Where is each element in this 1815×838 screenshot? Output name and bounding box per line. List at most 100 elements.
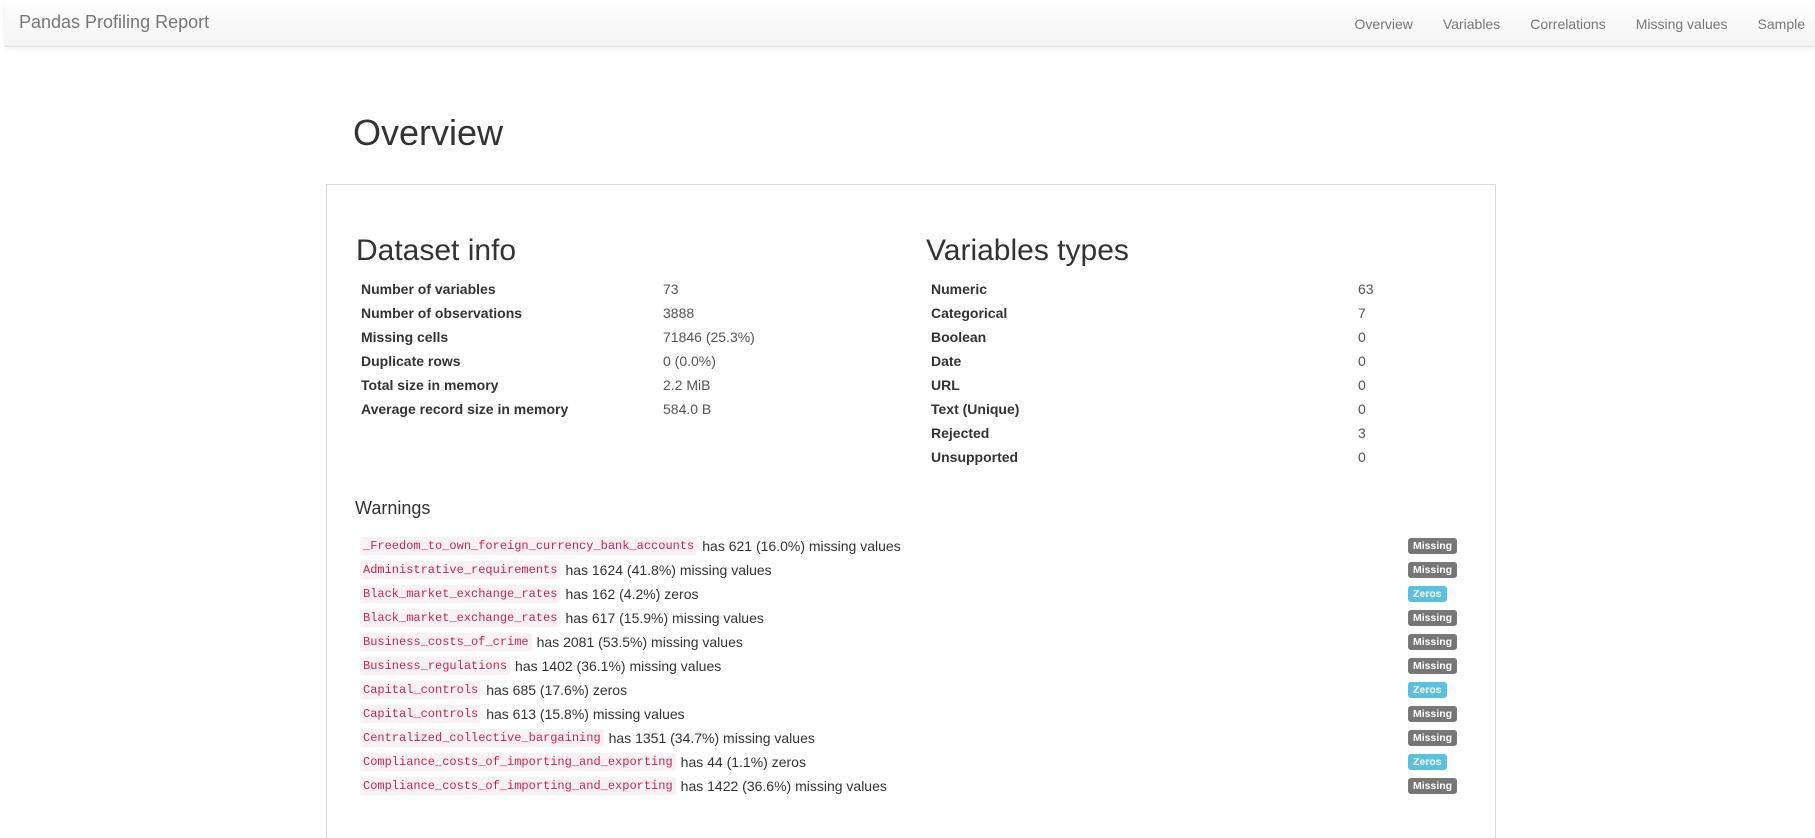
warnings-title: Warnings bbox=[355, 498, 431, 518]
warning-variable-link[interactable]: Compliance_costs_of_importing_and_export… bbox=[360, 753, 676, 771]
dataset-info-label: Total size in memory bbox=[361, 377, 499, 393]
dataset-info-row: Number of observations 3888 bbox=[356, 301, 908, 325]
warning-text: has 162 (4.2%) zeros bbox=[565, 586, 699, 602]
missing-badge: Missing bbox=[1408, 778, 1458, 794]
variable-type-row: URL 0 bbox=[926, 373, 1473, 397]
variable-type-value: 3 bbox=[1358, 425, 1366, 441]
variable-type-row: Numeric 63 bbox=[926, 277, 1473, 301]
warning-item: Centralized_collective_bargaining has 135… bbox=[360, 726, 1465, 750]
warning-variable-link[interactable]: Centralized_collective_bargaining bbox=[360, 729, 604, 747]
variable-type-value: 63 bbox=[1358, 281, 1374, 297]
dataset-info-label: Number of observations bbox=[361, 305, 523, 321]
dataset-info-value: 2.2 MiB bbox=[663, 377, 711, 393]
dataset-info-title: Dataset info bbox=[356, 234, 517, 267]
warning-variable-link[interactable]: Compliance_costs_of_importing_and_export… bbox=[360, 777, 676, 795]
warning-variable-link[interactable]: Capital_controls bbox=[360, 705, 482, 723]
overview-panel: Dataset info Number of variables 73 Number… bbox=[326, 184, 1496, 838]
nav-link-overview[interactable]: Overview bbox=[1355, 16, 1413, 32]
warning-variable-link[interactable]: Capital_controls bbox=[360, 681, 482, 699]
variable-type-label: Numeric bbox=[931, 281, 988, 297]
variable-type-label: Text (Unique) bbox=[931, 401, 1020, 417]
warning-variable-link[interactable]: _Freedom_to_own_foreign_currency_bank_ac… bbox=[360, 537, 698, 555]
missing-badge: Missing bbox=[1408, 658, 1458, 674]
nav-menu: Overview Variables Correlations Missing … bbox=[1355, 0, 1815, 47]
dataset-info-row: Total size in memory 2.2 MiB bbox=[356, 373, 908, 397]
dataset-info-row: Missing cells 71846 (25.3%) bbox=[356, 325, 908, 349]
warning-text: has 2081 (53.5%) missing values bbox=[536, 634, 743, 650]
variable-type-row: Date 0 bbox=[926, 349, 1473, 373]
warning-variable-link[interactable]: Business_costs_of_crime bbox=[360, 633, 532, 651]
missing-badge: Missing bbox=[1408, 562, 1458, 578]
zeros-badge: Zeros bbox=[1408, 586, 1447, 602]
nav-link-missing-values[interactable]: Missing values bbox=[1636, 16, 1728, 32]
warning-item: _Freedom_to_own_foreign_currency_bank_ac… bbox=[360, 534, 1465, 558]
variable-type-value: 0 bbox=[1358, 353, 1366, 369]
warning-text: has 685 (17.6%) zeros bbox=[486, 682, 628, 698]
missing-badge: Missing bbox=[1408, 610, 1458, 626]
dataset-info-label: Missing cells bbox=[361, 329, 449, 345]
nav-link-correlations[interactable]: Correlations bbox=[1530, 16, 1605, 32]
dataset-info-label: Duplicate rows bbox=[361, 353, 461, 369]
page-title: Overview bbox=[353, 112, 504, 153]
warning-variable-link[interactable]: Business_regulations bbox=[360, 657, 511, 675]
dataset-info-value: 71846 (25.3%) bbox=[663, 329, 755, 345]
warning-text: has 617 (15.9%) missing values bbox=[565, 610, 764, 626]
dataset-info-table: Number of variables 73 Number of observati… bbox=[356, 277, 908, 421]
dataset-info-row: Number of variables 73 bbox=[356, 277, 908, 301]
missing-badge: Missing bbox=[1408, 706, 1458, 722]
dataset-info-label: Average record size in memory bbox=[361, 401, 569, 417]
warning-item: Capital_controls has 685 (17.6%) zeros Zer… bbox=[360, 678, 1465, 702]
warning-item: Black_market_exchange_rates has 162 (4.2%… bbox=[360, 582, 1465, 606]
dataset-info-value: 3888 bbox=[663, 305, 695, 321]
nav-link-sample[interactable]: Sample bbox=[1758, 16, 1805, 32]
variable-type-label: URL bbox=[931, 377, 960, 393]
missing-badge: Missing bbox=[1408, 634, 1458, 650]
variable-type-label: Unsupported bbox=[931, 449, 1019, 465]
warning-text: has 1402 (36.1%) missing values bbox=[515, 658, 722, 674]
warning-item: Capital_controls has 613 (15.8%) missing … bbox=[360, 702, 1465, 726]
missing-badge: Missing bbox=[1408, 538, 1458, 554]
nav-link-variables[interactable]: Variables bbox=[1443, 16, 1500, 32]
brand-link[interactable]: Pandas Profiling Report bbox=[19, 12, 209, 33]
warning-text: has 1624 (41.8%) missing values bbox=[565, 562, 772, 578]
variable-type-label: Date bbox=[931, 353, 962, 369]
missing-badge: Missing bbox=[1408, 730, 1458, 746]
warning-item: Administrative_requirements has 1624 (41.… bbox=[360, 558, 1465, 582]
dataset-info-label: Number of variables bbox=[361, 281, 496, 297]
variable-type-value: 0 bbox=[1358, 449, 1366, 465]
zeros-badge: Zeros bbox=[1408, 754, 1447, 770]
variable-type-row: Boolean 0 bbox=[926, 325, 1473, 349]
warning-item: Compliance_costs_of_importing_and_export… bbox=[360, 750, 1465, 774]
warning-variable-link[interactable]: Black_market_exchange_rates bbox=[360, 585, 561, 603]
variable-type-value: 0 bbox=[1358, 329, 1366, 345]
dataset-info-row: Average record size in memory 584.0 B bbox=[356, 397, 908, 421]
zeros-badge: Zeros bbox=[1408, 682, 1447, 698]
variable-types-title: Variables types bbox=[926, 234, 1129, 267]
warning-text: has 613 (15.8%) missing values bbox=[486, 706, 685, 722]
variable-type-label: Boolean bbox=[931, 329, 987, 345]
dataset-info-value: 73 bbox=[663, 281, 679, 297]
variable-type-label: Rejected bbox=[931, 425, 990, 441]
dataset-info-value: 584.0 B bbox=[663, 401, 712, 417]
warnings-list: _Freedom_to_own_foreign_currency_bank_ac… bbox=[360, 534, 1465, 798]
warning-text: has 1351 (34.7%) missing values bbox=[608, 730, 815, 746]
variable-type-value: 0 bbox=[1358, 401, 1366, 417]
variable-type-label: Categorical bbox=[931, 305, 1008, 321]
warning-variable-link[interactable]: Black_market_exchange_rates bbox=[360, 609, 561, 627]
variable-types-table: Numeric 63 Categorical 7 Boolean 0 Date 0 URL 0 Te… bbox=[926, 277, 1473, 469]
variable-type-row: Rejected 3 bbox=[926, 421, 1473, 445]
navbar: Pandas Profiling Report Overview Variabl… bbox=[5, 0, 1815, 47]
warning-item: Business_regulations has 1402 (36.1%) mis… bbox=[360, 654, 1465, 678]
warning-text: has 1422 (36.6%) missing values bbox=[680, 778, 887, 794]
dataset-info-row: Duplicate rows 0 (0.0%) bbox=[356, 349, 908, 373]
variable-type-value: 7 bbox=[1358, 305, 1366, 321]
variable-type-row: Unsupported 0 bbox=[926, 445, 1473, 469]
warning-variable-link[interactable]: Administrative_requirements bbox=[360, 561, 561, 579]
warning-item: Business_costs_of_crime has 2081 (53.5%) … bbox=[360, 630, 1465, 654]
variable-type-value: 0 bbox=[1358, 377, 1366, 393]
variable-type-row: Text (Unique) 0 bbox=[926, 397, 1473, 421]
dataset-info-value: 0 (0.0%) bbox=[663, 353, 716, 369]
variable-type-row: Categorical 7 bbox=[926, 301, 1473, 325]
warning-item: Black_market_exchange_rates has 617 (15.9… bbox=[360, 606, 1465, 630]
warning-text: has 44 (1.1%) zeros bbox=[680, 754, 806, 770]
